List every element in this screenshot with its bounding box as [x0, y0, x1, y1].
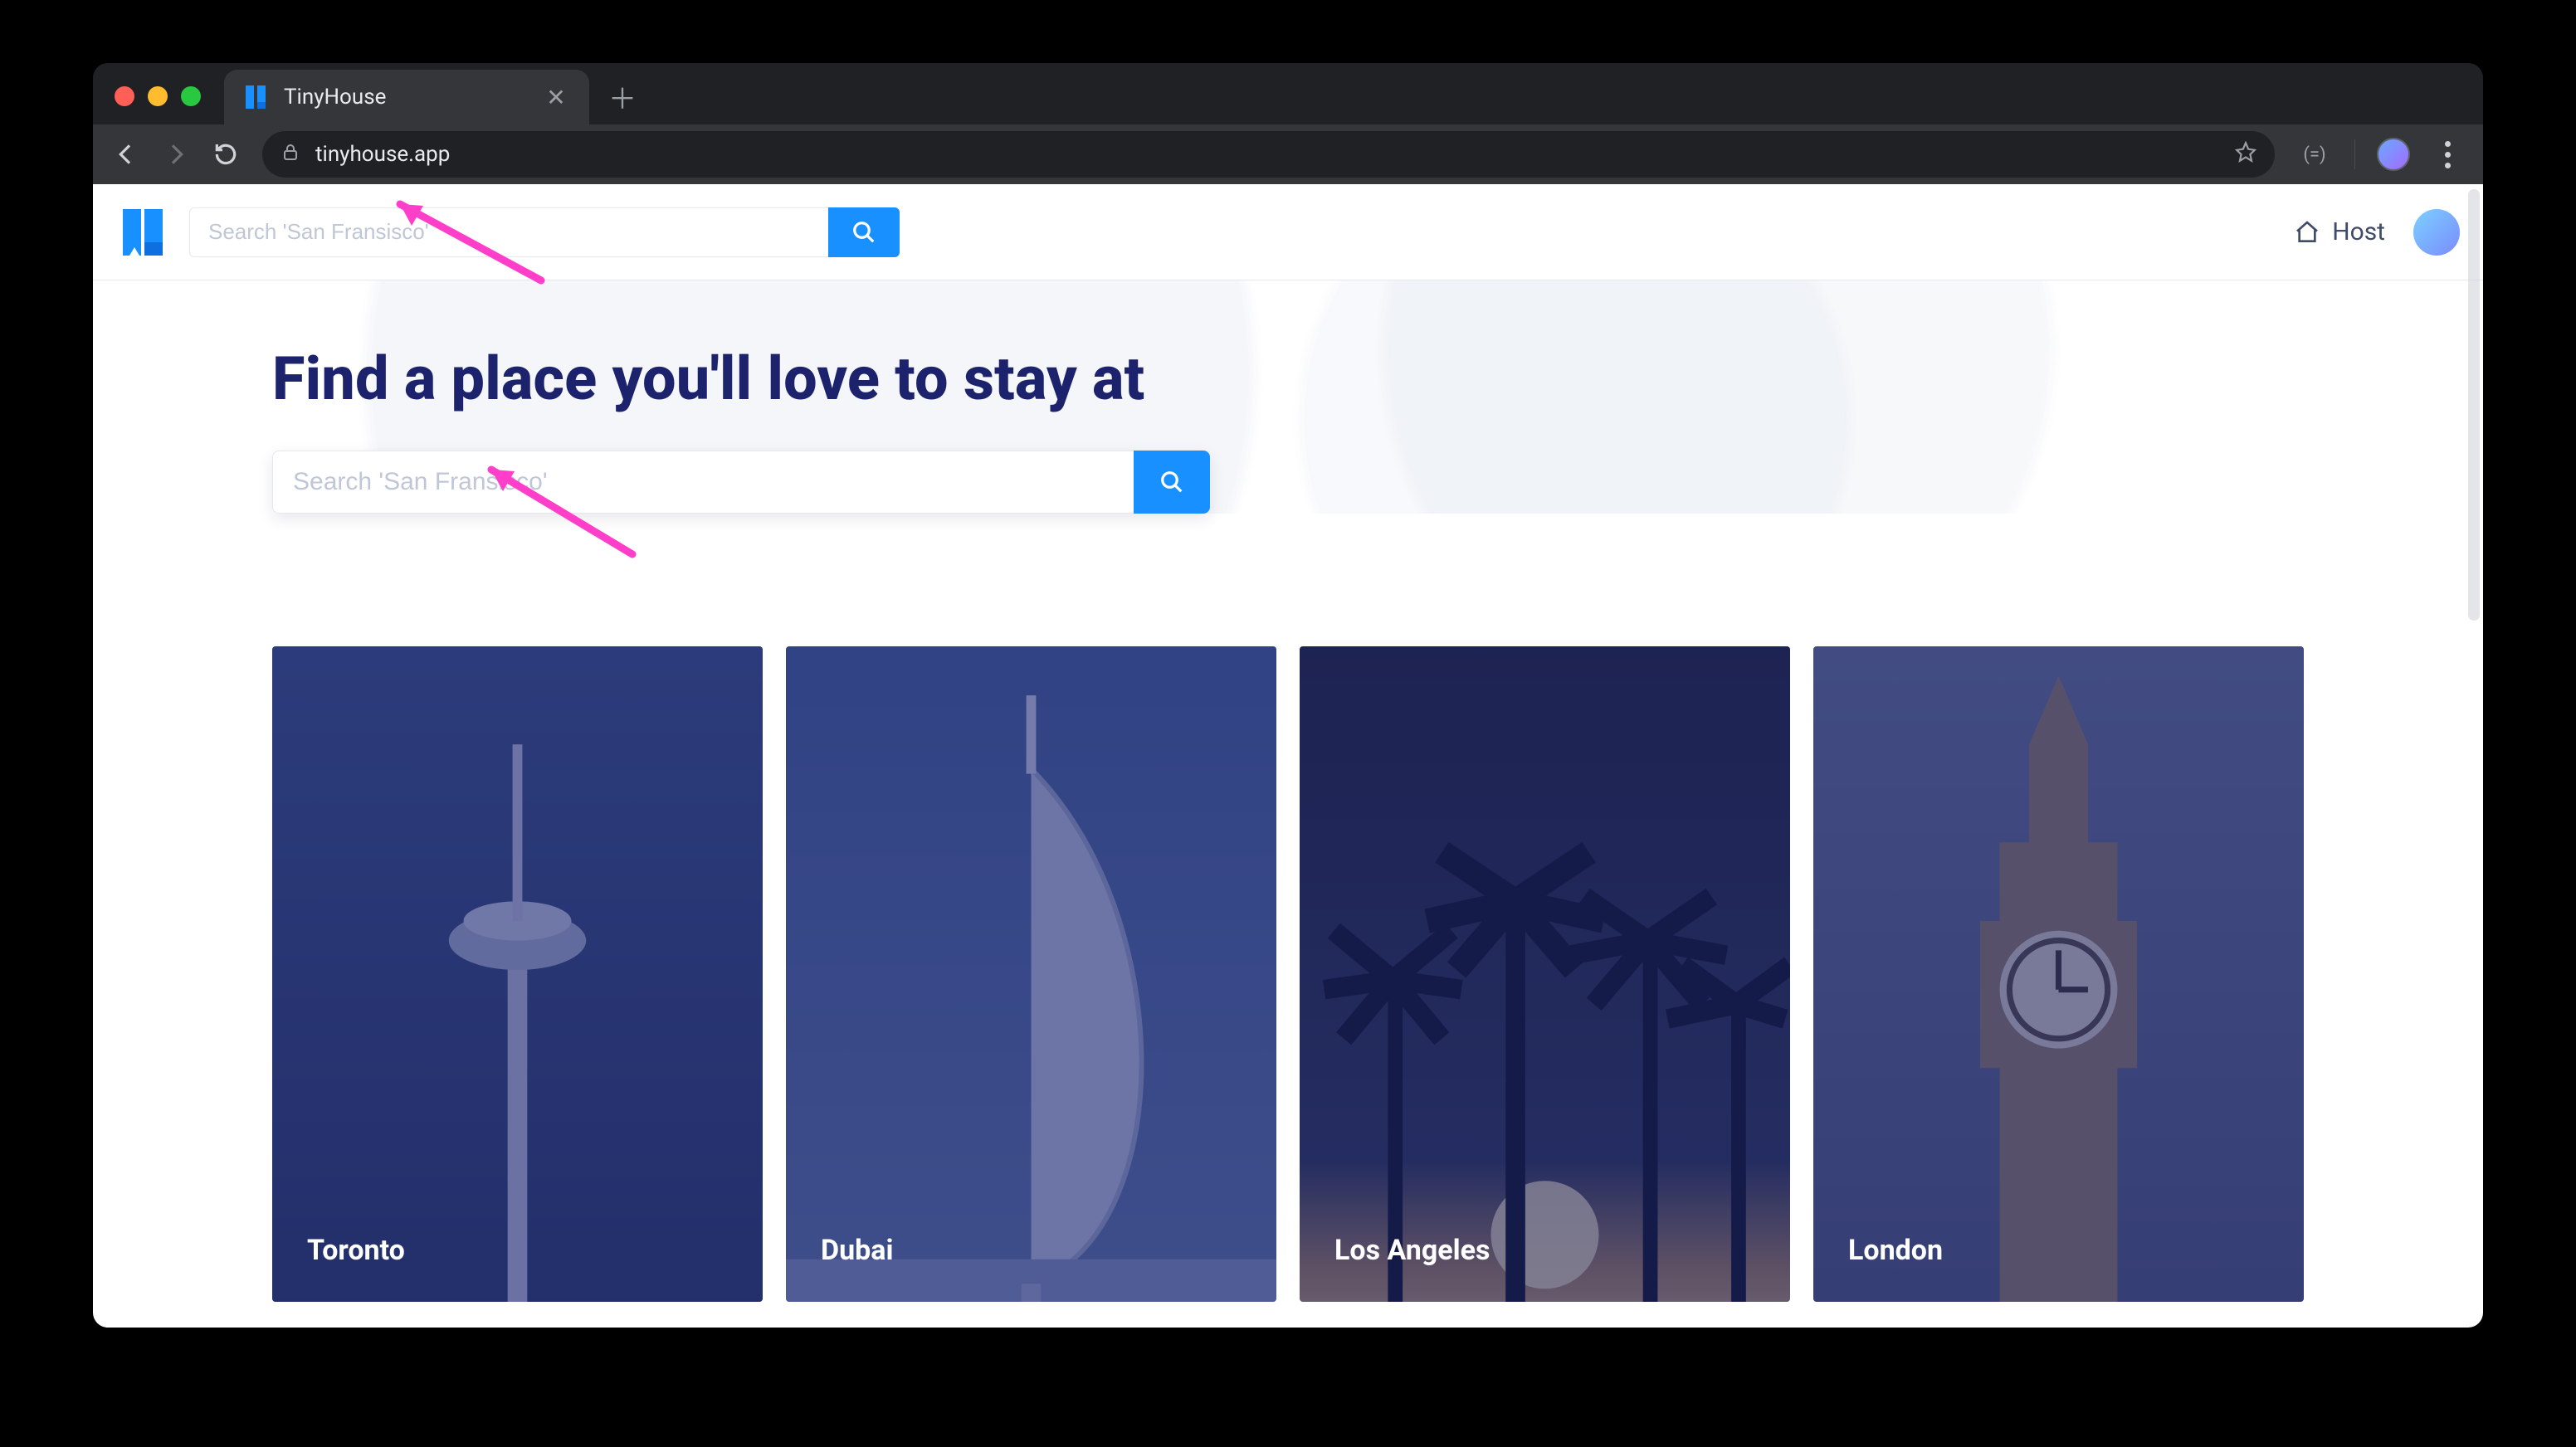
- browser-toolbar: tinyhouse.app (=): [93, 124, 2483, 184]
- city-card-toronto[interactable]: Toronto: [272, 646, 763, 1302]
- forward-button[interactable]: [154, 133, 198, 176]
- card-overlay: [786, 646, 1276, 1302]
- browser-tab-strip: TinyHouse ✕ ＋: [93, 63, 2483, 124]
- card-overlay: [1813, 646, 2304, 1302]
- city-name: Dubai: [821, 1234, 893, 1267]
- city-cards: Toronto: [93, 646, 2483, 1302]
- search-icon: [1159, 470, 1184, 495]
- tab-favicon-icon: [242, 84, 269, 110]
- window-controls: [115, 86, 201, 106]
- page-viewport: Host Find a place you'll love to stay at: [93, 184, 2483, 1328]
- hero-section: Find a place you'll love to stay at: [93, 280, 2483, 514]
- close-tab-button[interactable]: ✕: [541, 82, 571, 112]
- user-avatar[interactable]: [2413, 209, 2460, 256]
- hero-search-input[interactable]: [272, 451, 1134, 514]
- city-name: Toronto: [307, 1234, 405, 1267]
- app-logo[interactable]: [116, 206, 169, 259]
- hero-search-button[interactable]: [1134, 451, 1210, 514]
- back-button[interactable]: [105, 133, 148, 176]
- maximize-window-button[interactable]: [181, 86, 201, 106]
- city-card-london[interactable]: London: [1813, 646, 2304, 1302]
- city-name: London: [1848, 1234, 1943, 1267]
- browser-menu-button[interactable]: [2430, 141, 2465, 168]
- card-overlay: [272, 646, 763, 1302]
- close-window-button[interactable]: [115, 86, 134, 106]
- header-search-input[interactable]: [189, 207, 828, 257]
- browser-profile-avatar[interactable]: [2377, 138, 2410, 171]
- home-icon: [2294, 219, 2320, 246]
- city-name: Los Angeles: [1334, 1234, 1490, 1267]
- url-text: tinyhouse.app: [315, 142, 450, 167]
- city-card-dubai[interactable]: Dubai: [786, 646, 1276, 1302]
- hero-search: [272, 451, 1210, 514]
- header-search-button[interactable]: [828, 207, 900, 257]
- host-link[interactable]: Host: [2294, 217, 2385, 246]
- app-header: Host: [93, 184, 2483, 280]
- tab-title: TinyHouse: [284, 85, 386, 110]
- toolbar-divider: [2354, 139, 2355, 169]
- header-search: [189, 207, 900, 257]
- minimize-window-button[interactable]: [148, 86, 168, 106]
- address-bar[interactable]: tinyhouse.app: [262, 131, 2275, 178]
- host-label: Host: [2332, 217, 2385, 246]
- header-right: Host: [2294, 209, 2460, 256]
- search-icon: [851, 220, 876, 245]
- reload-button[interactable]: [204, 133, 247, 176]
- card-overlay: [1300, 646, 1790, 1302]
- hero-title: Find a place you'll love to stay at: [272, 343, 2304, 414]
- browser-tab[interactable]: TinyHouse ✕: [224, 70, 589, 124]
- city-card-los-angeles[interactable]: Los Angeles: [1300, 646, 1790, 1302]
- lock-icon: [281, 142, 300, 168]
- extension-icon[interactable]: (=): [2295, 134, 2334, 174]
- browser-window: TinyHouse ✕ ＋ tinyhouse.app (=): [93, 63, 2483, 1328]
- bookmark-star-icon[interactable]: [2235, 141, 2256, 168]
- new-tab-button[interactable]: ＋: [603, 76, 642, 116]
- viewport-scrollbar[interactable]: [2468, 189, 2480, 621]
